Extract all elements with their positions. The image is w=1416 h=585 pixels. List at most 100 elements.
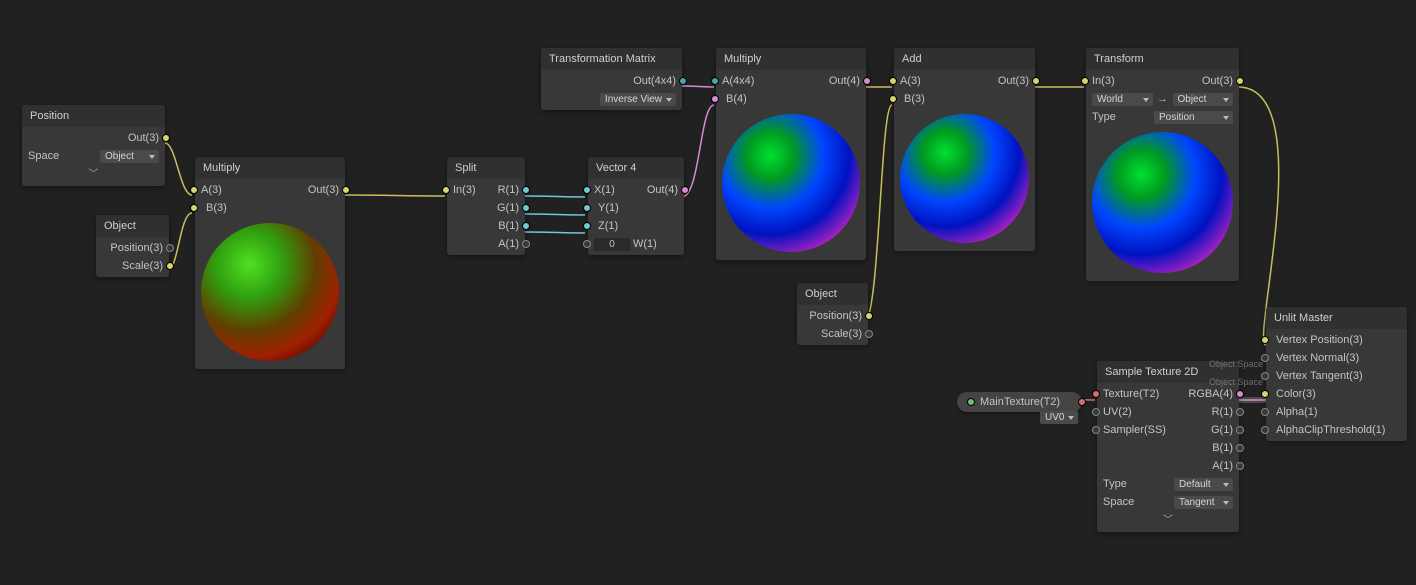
uv-port-label: UV(2)	[1103, 406, 1132, 418]
node-title: Add	[894, 48, 1035, 70]
input-port[interactable]	[1092, 426, 1100, 434]
input-port[interactable]	[1261, 408, 1269, 416]
node-transform[interactable]: Transform In(3)Out(3) World → Object Typ…	[1086, 48, 1239, 281]
output-port[interactable]	[522, 222, 530, 230]
input-port[interactable]	[1261, 336, 1269, 344]
node-object[interactable]: Object Position(3) Scale(3)	[96, 215, 169, 277]
output-port[interactable]	[1236, 462, 1244, 470]
slot-hint: Object Space	[1185, 376, 1263, 388]
output-port[interactable]	[1236, 408, 1244, 416]
in-port-label: In(3)	[453, 184, 476, 196]
scale-port-label: Scale(3)	[122, 260, 163, 272]
matrix-mode-dropdown[interactable]: Inverse View	[600, 93, 676, 106]
input-port[interactable]	[190, 186, 198, 194]
to-space-dropdown[interactable]: Object	[1173, 93, 1234, 106]
w-value-field[interactable]: 0	[594, 238, 630, 251]
output-port[interactable]	[162, 134, 170, 142]
input-port[interactable]	[889, 77, 897, 85]
output-port[interactable]	[522, 204, 530, 212]
output-port[interactable]	[1236, 444, 1244, 452]
output-port[interactable]	[1032, 77, 1040, 85]
input-port[interactable]	[889, 95, 897, 103]
input-port[interactable]	[583, 186, 591, 194]
input-port[interactable]	[583, 222, 591, 230]
uv-slot-dropdown[interactable]: UV0	[1040, 411, 1078, 424]
g-port-label: G(1)	[1211, 424, 1233, 436]
r-port-label: R(1)	[1212, 406, 1233, 418]
space-dropdown[interactable]: Tangent	[1174, 496, 1233, 509]
output-port[interactable]	[681, 186, 689, 194]
output-port[interactable]	[865, 330, 873, 338]
node-title: Multiply	[716, 48, 866, 70]
node-add[interactable]: Add A(3)Out(3) B(3)	[894, 48, 1035, 251]
preview-sphere	[900, 114, 1029, 243]
b-port-label: B(3)	[904, 93, 925, 105]
type-dropdown[interactable]: Default	[1174, 478, 1233, 491]
out-port-label: Out(4)	[829, 75, 860, 87]
alpha-label: Alpha(1)	[1276, 406, 1318, 418]
node-multiply[interactable]: Multiply A(4x4)Out(4) B(4)	[716, 48, 866, 260]
node-title: Split	[447, 157, 525, 179]
rgba-port-label: RGBA(4)	[1188, 388, 1233, 400]
node-unlit-master[interactable]: Unlit Master Vertex Position(3) Vertex N…	[1266, 307, 1407, 441]
b-port-label: B(3)	[206, 202, 227, 214]
collapse-chevron-icon[interactable]: ﹀	[1097, 511, 1239, 530]
sampler-port-label: Sampler(SS)	[1103, 424, 1166, 436]
property-maintexture[interactable]: MainTexture(T2)	[957, 392, 1082, 412]
position-port-label: Position(3)	[809, 310, 862, 322]
output-port[interactable]	[1236, 390, 1244, 398]
node-object[interactable]: Object Position(3) Scale(3)	[797, 283, 868, 345]
alphaclip-label: AlphaClipThreshold(1)	[1276, 424, 1385, 436]
input-port[interactable]	[711, 95, 719, 103]
output-port[interactable]	[522, 186, 530, 194]
slot-hint: Object Space	[1185, 358, 1263, 370]
space-dropdown[interactable]: Object	[100, 150, 159, 163]
r-port-label: R(1)	[498, 184, 519, 196]
input-port[interactable]	[711, 77, 719, 85]
shader-graph-canvas[interactable]: { "nodes":{ "position":{"title":"Positio…	[0, 0, 1416, 585]
out-port-label: Out(3)	[308, 184, 339, 196]
input-port[interactable]	[583, 204, 591, 212]
input-port[interactable]	[1261, 390, 1269, 398]
out-port-label: Out(4x4)	[633, 75, 676, 87]
input-port[interactable]	[190, 204, 198, 212]
output-port[interactable]	[679, 77, 687, 85]
node-transformation-matrix[interactable]: Transformation Matrix Out(4x4) Inverse V…	[541, 48, 682, 110]
type-dropdown[interactable]: Position	[1154, 111, 1233, 124]
input-port[interactable]	[1092, 408, 1100, 416]
input-port[interactable]	[1092, 390, 1100, 398]
preview-sphere	[722, 114, 860, 252]
input-port[interactable]	[442, 186, 450, 194]
node-title: Object	[96, 215, 169, 237]
in-port-label: In(3)	[1092, 75, 1115, 87]
output-port[interactable]	[1078, 398, 1086, 406]
a-port-label: A(1)	[1212, 460, 1233, 472]
output-port[interactable]	[166, 262, 174, 270]
output-port[interactable]	[1236, 77, 1244, 85]
x-port-label: X(1)	[594, 184, 615, 196]
node-split[interactable]: Split In(3)R(1) G(1) B(1) A(1)	[447, 157, 525, 255]
output-port[interactable]	[865, 312, 873, 320]
output-port[interactable]	[342, 186, 350, 194]
node-title: Unlit Master	[1266, 307, 1407, 329]
texture-port-label: Texture(T2)	[1103, 388, 1159, 400]
out-port-label: Out(3)	[1202, 75, 1233, 87]
input-port[interactable]	[583, 240, 591, 248]
node-title: Multiply	[195, 157, 345, 179]
output-port[interactable]	[166, 244, 174, 252]
b-port-label: B(4)	[726, 93, 747, 105]
b-port-label: B(1)	[1212, 442, 1233, 454]
b-port-label: B(1)	[498, 220, 519, 232]
collapse-chevron-icon[interactable]: ﹀	[22, 165, 165, 184]
space-label: Space	[1103, 496, 1134, 508]
from-space-dropdown[interactable]: World	[1092, 93, 1153, 106]
node-position[interactable]: Position Out(3) Space Object ﹀	[22, 105, 165, 186]
node-multiply[interactable]: Multiply A(3) Out(3) B(3)	[195, 157, 345, 369]
input-port[interactable]	[1261, 426, 1269, 434]
output-port[interactable]	[522, 240, 530, 248]
output-port[interactable]	[1236, 426, 1244, 434]
output-port[interactable]	[863, 77, 871, 85]
input-port[interactable]	[1081, 77, 1089, 85]
node-vector4[interactable]: Vector 4 X(1)Out(4) Y(1) Z(1) 0W(1)	[588, 157, 684, 255]
a-port-label: A(3)	[201, 184, 222, 196]
